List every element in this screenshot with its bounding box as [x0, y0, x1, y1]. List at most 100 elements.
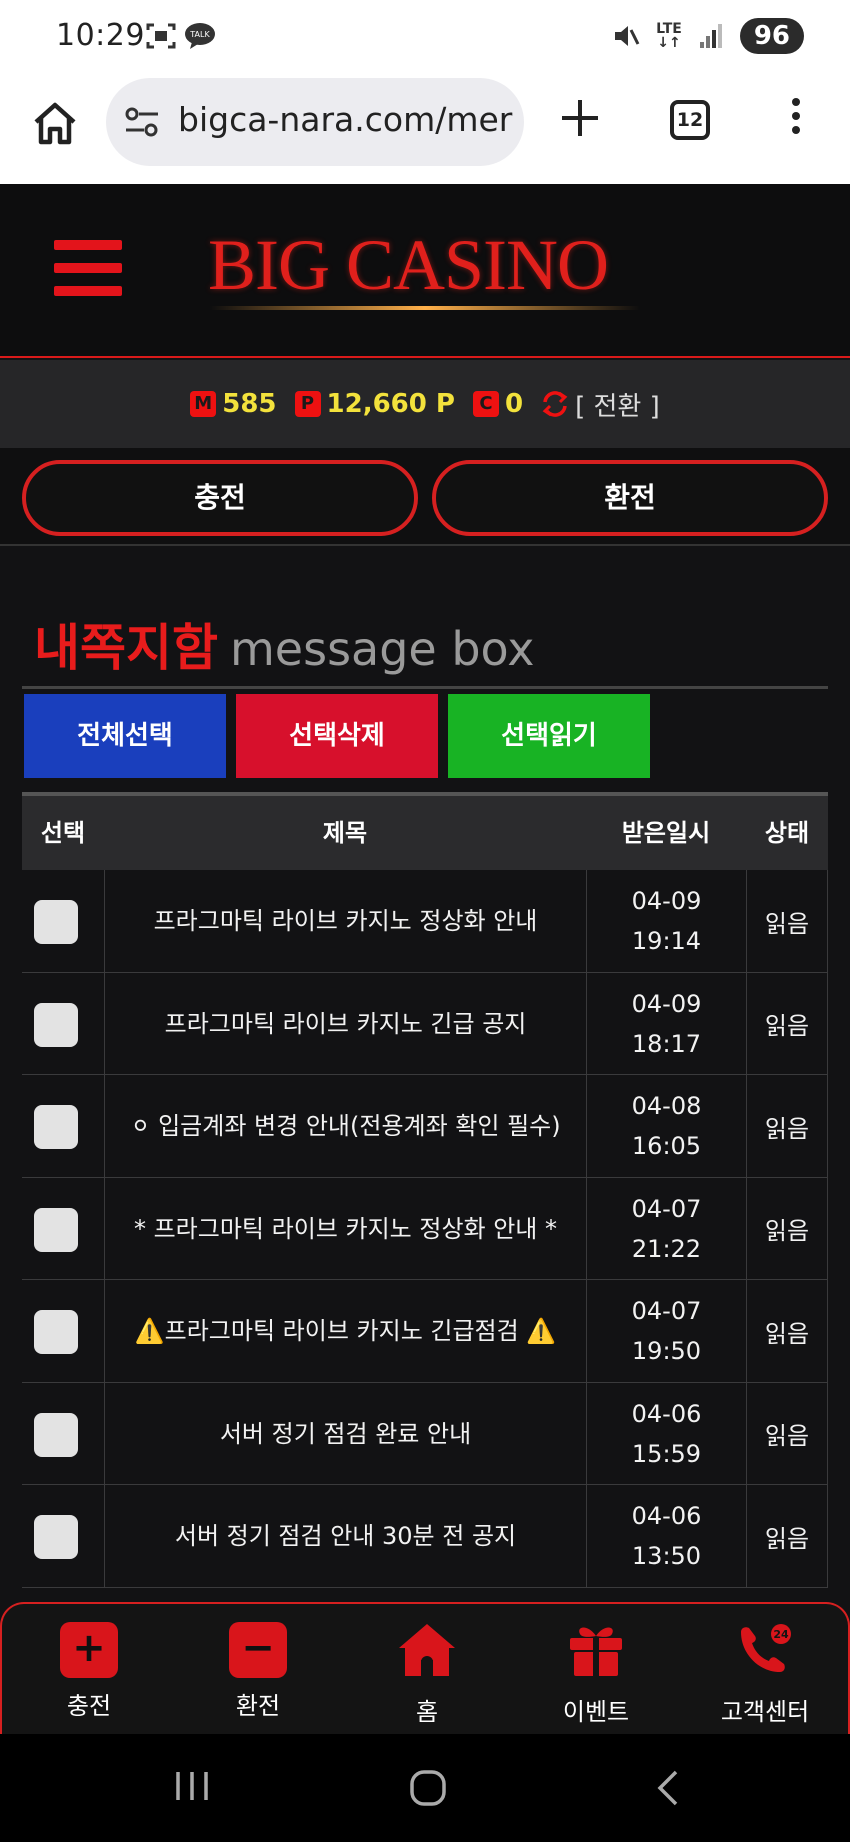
logo-underline-glow	[210, 306, 640, 310]
home-icon[interactable]	[30, 98, 80, 148]
message-subject[interactable]: ⚠️프라그마틱 라이브 카지노 긴급점검 ⚠️	[104, 1280, 586, 1382]
page: 10:29 TALK LTE ↓↑ 96 bigca-nara.com/mer …	[0, 0, 850, 1842]
read-status: 읽음	[746, 1485, 828, 1587]
home-icon	[399, 1624, 455, 1676]
select-cell	[22, 1383, 104, 1485]
read-selected-button[interactable]: 선택읽기	[448, 694, 650, 778]
screenshot-icon	[146, 23, 176, 49]
network-label: LTE ↓↑	[656, 21, 682, 51]
site-header: BIG CASINO	[0, 184, 850, 358]
received-date: 04-09	[631, 887, 702, 915]
point-balance: P 12,660 P	[294, 389, 455, 419]
dock-event-label: 이벤트	[562, 1698, 630, 1726]
received-cell: 04-06 13:50	[586, 1485, 746, 1587]
recent-apps-icon[interactable]	[172, 1768, 212, 1804]
site-settings-icon[interactable]	[124, 106, 160, 138]
row-checkbox[interactable]	[34, 1515, 78, 1559]
svg-text:TALK: TALK	[189, 30, 210, 39]
home-nav-icon[interactable]	[408, 1768, 448, 1808]
message-subject[interactable]: 서버 정기 점검 안내 30분 전 공지	[104, 1485, 586, 1587]
received-time: 21:22	[631, 1234, 702, 1263]
read-status: 읽음	[746, 870, 828, 972]
address-bar[interactable]: bigca-nara.com/mer	[106, 78, 524, 166]
select-cell	[22, 1075, 104, 1177]
table-row[interactable]: 서버 정기 점검 안내 30분 전 공지 04-06 13:50 읽음	[22, 1485, 828, 1588]
battery-level: 96	[739, 18, 804, 54]
point-badge: P	[294, 391, 321, 417]
row-checkbox[interactable]	[34, 900, 78, 944]
message-subject[interactable]: 프라그마틱 라이브 카지노 정상화 안내	[104, 870, 586, 972]
select-cell	[22, 870, 104, 972]
signal-icon	[699, 24, 722, 48]
select-cell	[22, 973, 104, 1075]
kakaotalk-icon: TALK	[185, 23, 215, 49]
dock-support-label: 고객센터	[720, 1698, 810, 1726]
message-subject[interactable]: 프라그마틱 라이브 카지노 긴급 공지	[104, 972, 586, 1075]
received-time: 15:59	[631, 1439, 702, 1468]
received-cell: 04-07 21:22	[586, 1177, 746, 1280]
dock-exchange[interactable]: − 환전	[193, 1622, 323, 1721]
received-date: 04-06	[631, 1502, 702, 1530]
message-subject[interactable]: ⚪ 입금계좌 변경 안내(전용계좌 확인 필수)	[104, 1075, 586, 1177]
row-checkbox[interactable]	[34, 1105, 78, 1149]
coin-value: 0	[504, 389, 524, 419]
money-value: 585	[222, 389, 277, 419]
tab-switcher-button[interactable]: 12	[670, 100, 710, 140]
hamburger-menu-icon[interactable]	[54, 240, 122, 300]
message-actions: 전체선택 선택삭제 선택읽기	[24, 694, 650, 778]
read-status: 읽음	[746, 1177, 828, 1280]
money-badge: M	[190, 391, 217, 417]
table-row[interactable]: 프라그마틱 라이브 카지노 긴급 공지 04-09 18:17 읽음	[22, 972, 828, 1075]
received-time: 19:50	[631, 1337, 702, 1365]
column-received: 받은일시	[621, 819, 711, 847]
received-date: 04-08	[631, 1092, 702, 1120]
exchange-button[interactable]: 환전	[432, 460, 828, 536]
message-subject[interactable]: * 프라그마틱 라이브 카지노 정상화 안내 *	[104, 1177, 586, 1280]
dock-deposit-label: 충전	[66, 1692, 112, 1720]
received-date: 04-06	[631, 1399, 702, 1428]
received-cell: 04-07 19:50	[586, 1280, 746, 1382]
back-icon[interactable]	[652, 1768, 682, 1808]
page-title-english: message box	[230, 622, 535, 676]
message-list: 프라그마틱 라이브 카지노 정상화 안내 04-09 19:14 읽음 프라그마틱…	[22, 870, 828, 1588]
overflow-menu-icon[interactable]	[786, 98, 806, 142]
row-checkbox[interactable]	[34, 1207, 78, 1252]
row-checkbox[interactable]	[34, 1002, 78, 1047]
dock-support[interactable]: 24 고객센터	[700, 1622, 830, 1727]
row-checkbox[interactable]	[34, 1412, 78, 1457]
minus-icon: −	[229, 1622, 287, 1678]
mute-icon	[615, 26, 640, 46]
table-row[interactable]: ⚪ 입금계좌 변경 안내(전용계좌 확인 필수) 04-08 16:05 읽음	[22, 1075, 828, 1178]
received-cell: 04-09 19:14	[586, 870, 746, 972]
message-subject[interactable]: 서버 정기 점검 완료 안내	[104, 1382, 586, 1485]
delete-selected-button[interactable]: 선택삭제	[236, 694, 438, 778]
dock-event[interactable]: 이벤트	[531, 1622, 661, 1727]
select-cell	[22, 1280, 104, 1382]
status-bar: 10:29 TALK LTE ↓↑ 96	[0, 0, 850, 72]
title-divider	[22, 686, 828, 689]
convert-button[interactable]: [ 전환 ]	[541, 386, 660, 423]
site-logo[interactable]: BIG CASINO	[208, 224, 609, 307]
balance-bar: M 585 P 12,660 P C 0 [ 전환 ]	[0, 360, 850, 448]
money-balance: M 585	[190, 389, 277, 419]
dock-home[interactable]: 홈	[362, 1622, 492, 1727]
row-checkbox[interactable]	[34, 1310, 78, 1354]
new-tab-icon[interactable]	[558, 96, 602, 140]
select-all-button[interactable]: 전체선택	[24, 694, 226, 778]
url-text: bigca-nara.com/mer	[178, 100, 513, 139]
browser-toolbar: bigca-nara.com/mer 12	[0, 72, 850, 184]
gift-icon	[570, 1627, 622, 1676]
select-cell	[22, 1178, 104, 1280]
dock-deposit[interactable]: + 충전	[24, 1622, 154, 1721]
select-cell	[22, 1485, 104, 1587]
table-row[interactable]: ⚠️프라그마틱 라이브 카지노 긴급점검 ⚠️ 04-07 19:50 읽음	[22, 1280, 828, 1383]
table-row[interactable]: 서버 정기 점검 완료 안내 04-06 15:59 읽음	[22, 1382, 828, 1485]
coin-balance: C 0	[472, 389, 524, 419]
deposit-button[interactable]: 충전	[22, 460, 418, 536]
received-time: 18:17	[631, 1029, 702, 1058]
coin-badge: C	[472, 391, 499, 417]
cash-actions: 충전 환전	[0, 448, 850, 546]
received-time: 13:50	[631, 1542, 702, 1570]
table-row[interactable]: 프라그마틱 라이브 카지노 정상화 안내 04-09 19:14 읽음	[22, 870, 828, 973]
table-row[interactable]: * 프라그마틱 라이브 카지노 정상화 안내 * 04-07 21:22 읽음	[22, 1177, 828, 1280]
